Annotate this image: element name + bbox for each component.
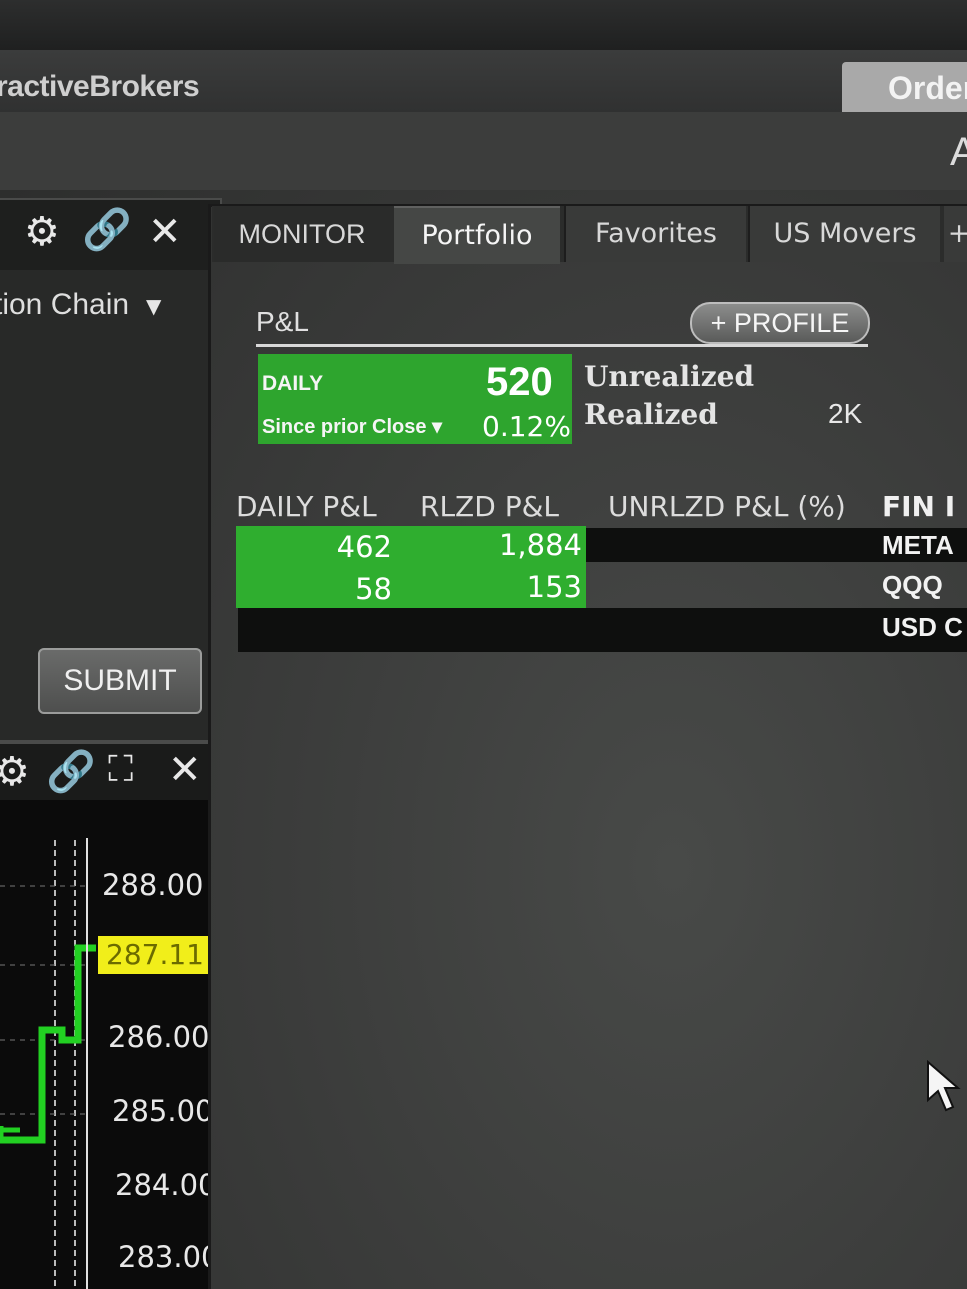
tab-monitor[interactable]: MONITOR [214, 206, 390, 262]
profile-button[interactable]: + PROFILE [690, 302, 870, 344]
link-icon[interactable]: 🔗 [46, 752, 96, 792]
app-title: ractiveBrokers [0, 70, 200, 103]
pnl-title: P&L [256, 306, 309, 337]
table-cell-daily-pnl: 462 [336, 530, 392, 564]
tab-favorites[interactable]: Favorites [564, 206, 746, 262]
column-header-daily-pnl[interactable]: DAILY P&L [236, 490, 377, 523]
column-header-fin-instrument[interactable]: FIN I [882, 490, 955, 523]
unrealized-label: Unrealized [584, 360, 755, 393]
link-icon[interactable]: 🔗 [82, 210, 132, 250]
add-tab-button[interactable]: + [944, 206, 967, 262]
price-chart[interactable] [0, 820, 100, 1289]
price-axis [86, 838, 88, 1289]
monitor-bezel [0, 0, 967, 50]
price-line [0, 944, 96, 1144]
table-cell-realized-pnl: 1,884 [498, 528, 582, 562]
column-header-realized-pnl[interactable]: RLZD P&L [420, 490, 559, 523]
chevron-down-icon[interactable]: ▼ [146, 294, 161, 318]
mouse-cursor-icon [927, 1060, 961, 1112]
toolbar-glyph: A [950, 130, 967, 174]
close-icon[interactable]: ✕ [168, 750, 202, 790]
screen: ractiveBrokers Order A ⚙ 🔗 ✕ tion Chain … [0, 0, 967, 1289]
toolbar-strip [0, 112, 967, 190]
price-tick-label: 286.00 [108, 1020, 210, 1054]
price-tick-label: 284.00 [115, 1168, 217, 1202]
daily-pnl-value: 520 [486, 360, 553, 404]
option-chain-label[interactable]: tion Chain [0, 288, 129, 322]
submit-button[interactable]: SUBMIT [38, 648, 202, 714]
realized-value: 2K [828, 398, 863, 429]
orders-tab[interactable]: Order [842, 62, 967, 114]
pnl-divider [256, 344, 868, 347]
table-row-background [238, 608, 967, 652]
expand-icon[interactable]: ⛶ [108, 752, 133, 788]
table-cell-symbol[interactable]: QQQ [882, 570, 943, 601]
realized-label: Realized [584, 398, 718, 431]
tab-us-movers[interactable]: US Movers [748, 206, 940, 262]
table-cell-symbol[interactable]: META [882, 530, 954, 561]
gear-icon[interactable]: ⚙ [24, 212, 60, 252]
price-tick-label: 285.00 [112, 1094, 214, 1128]
table-cell-realized-pnl: 153 [526, 570, 582, 604]
table-cell-daily-pnl: 58 [355, 572, 392, 606]
tab-portfolio[interactable]: Portfolio [394, 206, 560, 264]
daily-label: DAILY [262, 372, 324, 395]
since-prior-close-dropdown[interactable]: Since prior Close ▾ [262, 414, 442, 439]
price-tick-label: 288.00 [102, 868, 204, 902]
daily-pnl-percent: 0.12% [482, 410, 571, 443]
price-tick-label: 283.00 [118, 1240, 220, 1274]
orders-tab-label: Order [888, 70, 967, 106]
gear-icon[interactable]: ⚙ [0, 752, 30, 792]
table-cell-symbol[interactable]: USD C [882, 612, 963, 643]
column-header-unrealized-pnl[interactable]: UNRLZD P&L (%) [608, 490, 846, 523]
last-price-badge: 287.11 [98, 936, 212, 974]
close-icon[interactable]: ✕ [148, 212, 182, 252]
